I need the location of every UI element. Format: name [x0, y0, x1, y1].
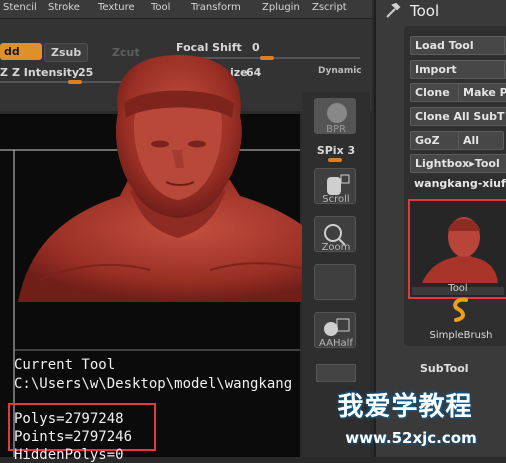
watermark-url: www.52xjc.com [345, 429, 477, 447]
goz-button[interactable]: GoZ [410, 131, 460, 150]
points-count: Points=2797246 [14, 429, 133, 445]
lightbox-tools-button[interactable]: Lightbox▸Tool [410, 154, 506, 173]
tool-thumbnail[interactable]: Tool [408, 199, 506, 299]
wrench-icon [386, 2, 401, 18]
spix-label: SPix 3 [316, 144, 356, 157]
polys-count: Polys=2797248 [14, 411, 124, 427]
hidden-polys-count: HiddenPolys=0 [14, 447, 124, 463]
spix-slider[interactable] [328, 158, 342, 162]
zoom-label: Zoom [321, 242, 351, 253]
scroll-label: Scroll [322, 194, 350, 205]
subtool-section-label[interactable]: SubTool [420, 362, 469, 375]
persp-button[interactable] [316, 364, 356, 382]
load-tool-button[interactable]: Load Tool [410, 36, 506, 55]
bpr-label: BPR [326, 124, 346, 135]
tool-palette-title: Tool [410, 2, 440, 20]
watermark-title: 我爱学教程 [337, 392, 473, 422]
current-tool-label: Current Tool [14, 357, 116, 373]
actual-button[interactable] [314, 264, 356, 300]
simplebrush-icon[interactable] [448, 296, 472, 324]
tool-path: C:\Users\w\Desktop\model\wangkang [14, 376, 293, 392]
goz-all-button[interactable]: All [458, 131, 504, 150]
aahalf-label: AAHalf [319, 338, 353, 349]
simplebrush-label: SimpleBrush [429, 330, 493, 341]
import-button[interactable]: Import [410, 60, 506, 79]
make-polymesh-button[interactable]: Make P [458, 83, 506, 102]
clone-all-subtools-button[interactable]: Clone All SubT [410, 107, 506, 126]
current-tool-name: wangkang-xiuf [414, 177, 506, 190]
clone-button[interactable]: Clone [410, 83, 460, 102]
tool-thumbnail-label: Tool [448, 283, 468, 294]
